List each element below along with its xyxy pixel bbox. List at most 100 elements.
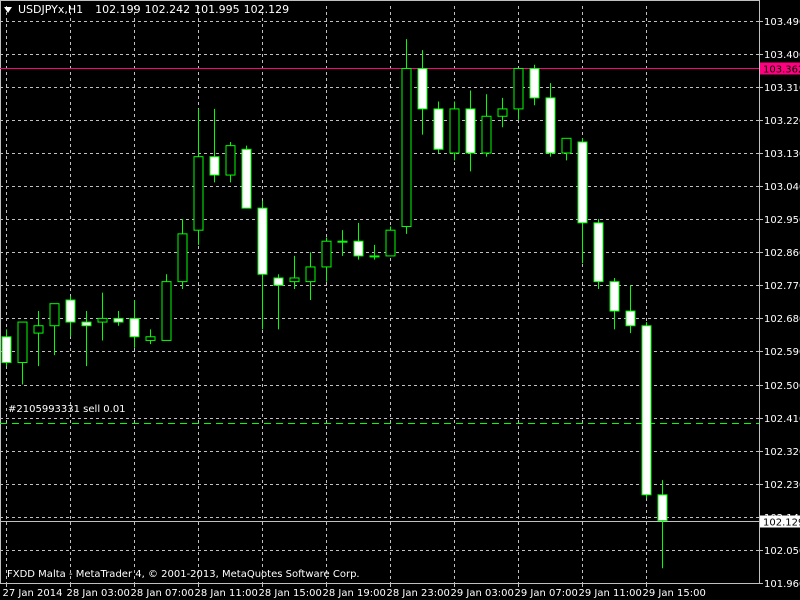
candle [289,255,300,289]
candle-body-bear [657,494,668,522]
candle [577,138,588,264]
x-tick-label: 28 Jan 23:00 [387,588,450,599]
current-price-tag-label: 102.129 [763,518,800,529]
candle-body-bear [113,317,124,323]
y-tick-label: 103.040 [764,182,800,193]
candle [49,303,60,356]
candle [513,67,524,120]
candle [209,108,220,183]
x-tick-label: 29 Jan 15:00 [643,588,706,599]
candle-body-bull [161,281,172,341]
candle [177,219,188,289]
y-tick-label: 103.490 [764,17,800,28]
candle [385,226,396,257]
candle-body-bear [257,207,268,275]
candle [17,321,28,385]
x-tick-label: 28 Jan 15:00 [259,588,322,599]
y-tick-label: 102.230 [764,480,800,491]
candle [449,101,460,161]
candle [1,329,12,367]
candle-body-bull [145,336,156,341]
y-tick-label: 103.130 [764,149,800,160]
y-tick-label: 102.950 [764,215,800,226]
copyright-footer: FXDD Malta - MetaTrader 4, © 2001-2013, … [7,569,360,580]
candle-body-bull [481,115,492,154]
candle-body-bear [529,67,540,99]
candle-body-bull [289,277,300,283]
candle-body-bull [193,156,204,231]
candle-body-bear [81,321,92,327]
candle [257,200,268,330]
y-tick-label: 103.400 [764,50,800,61]
candle [273,274,284,330]
y-tick-label: 102.860 [764,248,800,259]
y-tick-label: 102.680 [764,314,800,325]
candle-body-bull [49,303,60,327]
x-tick-label: 28 Jan 19:00 [323,588,386,599]
candle [353,222,364,260]
candle [321,237,332,282]
candle [529,64,540,106]
candle-body-bull [513,67,524,110]
candle-body-bull [337,240,348,243]
y-tick-label: 102.050 [764,546,800,557]
candle [609,277,620,330]
candle-body-bear [433,108,444,150]
chart-menu-icon[interactable] [4,6,12,13]
candle [193,108,204,245]
order-label[interactable]: #2105993331 sell 0.01 [8,404,126,415]
grid-layer [0,0,760,584]
x-tick-label: 27 Jan 2014 [3,588,63,599]
candle-body-bear [593,222,604,283]
candle [401,39,412,234]
candle-body-bear [65,299,76,323]
candle-body-bull [305,266,316,283]
candle-body-bear [577,141,588,224]
candle-layer [1,39,668,569]
candle [545,83,556,157]
candlestick-chart: 103.490 103.400 103.310 103.220 103.130 103.0… [0,0,800,599]
candle-body-bear [209,156,220,176]
high-price: 102.242 [144,3,191,16]
axis-layer: 103.490 103.400 103.310 103.220 103.130 103.0… [3,17,800,599]
candle [129,300,140,348]
candle [625,285,636,334]
candle [433,101,444,154]
candle [81,311,92,367]
symbol-label: USDJPYx,H1 [18,3,84,16]
candle [305,252,316,301]
candle-body-bull [321,240,332,268]
candle-body-bull [225,145,236,176]
candle [593,219,604,289]
candle-body-bull [97,317,108,323]
candle-body-bull [17,321,28,363]
candle [641,322,652,499]
candle [161,274,172,341]
candle [337,230,348,256]
candle [497,97,508,128]
y-tick-label: 102.320 [764,447,800,458]
candle-body-bull [449,108,460,154]
candle-body-bear [625,310,636,327]
x-tick-label: 28 Jan 11:00 [195,588,258,599]
candle [65,296,76,337]
low-price: 101.995 [194,3,240,16]
candle-body-bear [641,325,652,496]
candle [417,50,428,135]
y-tick-label: 103.310 [764,83,800,94]
candle [225,141,236,183]
x-tick-label: 29 Jan 03:00 [451,588,514,599]
candle [481,94,492,157]
candle-body-bull [385,229,396,257]
open-price: 102.199 [95,3,141,16]
candle-body-bull [177,233,188,283]
candle-body-bear [465,108,476,154]
candle-body-bull [369,255,380,258]
candle-body-bear [417,67,428,110]
x-tick-label: 29 Jan 07:00 [515,588,578,599]
candle-body-bear [609,281,620,312]
candle-body-bear [273,277,284,286]
y-tick-label: 103.220 [764,116,800,127]
candle [113,311,124,326]
candle [369,244,380,260]
